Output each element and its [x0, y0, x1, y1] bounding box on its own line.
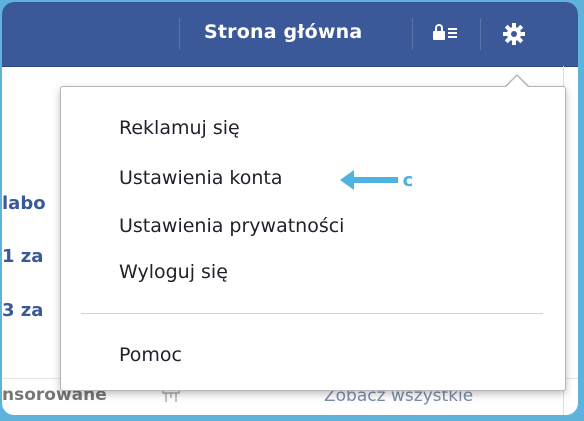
truncated-link[interactable]: 3 za	[2, 300, 43, 321]
annotation-arrow: c	[338, 167, 416, 197]
nav-separator	[412, 18, 413, 50]
lock-list-icon	[433, 24, 457, 40]
menu-item-advertise[interactable]: Reklamuj się	[119, 117, 240, 139]
truncated-link[interactable]: 1 za	[2, 246, 43, 267]
arrow-left-icon	[340, 170, 354, 190]
top-navigation-bar: Strona główna	[2, 2, 578, 67]
gear-icon	[503, 23, 525, 45]
menu-item-privacy-settings[interactable]: Ustawienia prywatności	[119, 215, 344, 237]
menu-item-account-settings[interactable]: Ustawienia konta	[119, 167, 283, 189]
nav-separator	[480, 18, 481, 50]
home-link[interactable]: Strona główna	[204, 21, 362, 43]
menu-item-help[interactable]: Pomoc	[119, 344, 182, 366]
menu-pointer-fill	[506, 76, 528, 87]
menu-divider	[81, 313, 543, 314]
account-settings-button[interactable]	[498, 18, 530, 50]
account-dropdown-menu: Reklamuj się Ustawienia konta Ustawienia…	[60, 86, 566, 391]
annotation-label: c	[403, 170, 414, 191]
sponsored-icon	[162, 388, 180, 408]
facebook-window: Strona główna labo 1 za 3 za nsorowane Z…	[2, 2, 578, 415]
truncated-link[interactable]: labo	[2, 193, 46, 214]
nav-separator	[179, 18, 180, 50]
privacy-shortcuts-button[interactable]	[430, 20, 462, 48]
menu-item-log-out[interactable]: Wyloguj się	[119, 261, 228, 283]
